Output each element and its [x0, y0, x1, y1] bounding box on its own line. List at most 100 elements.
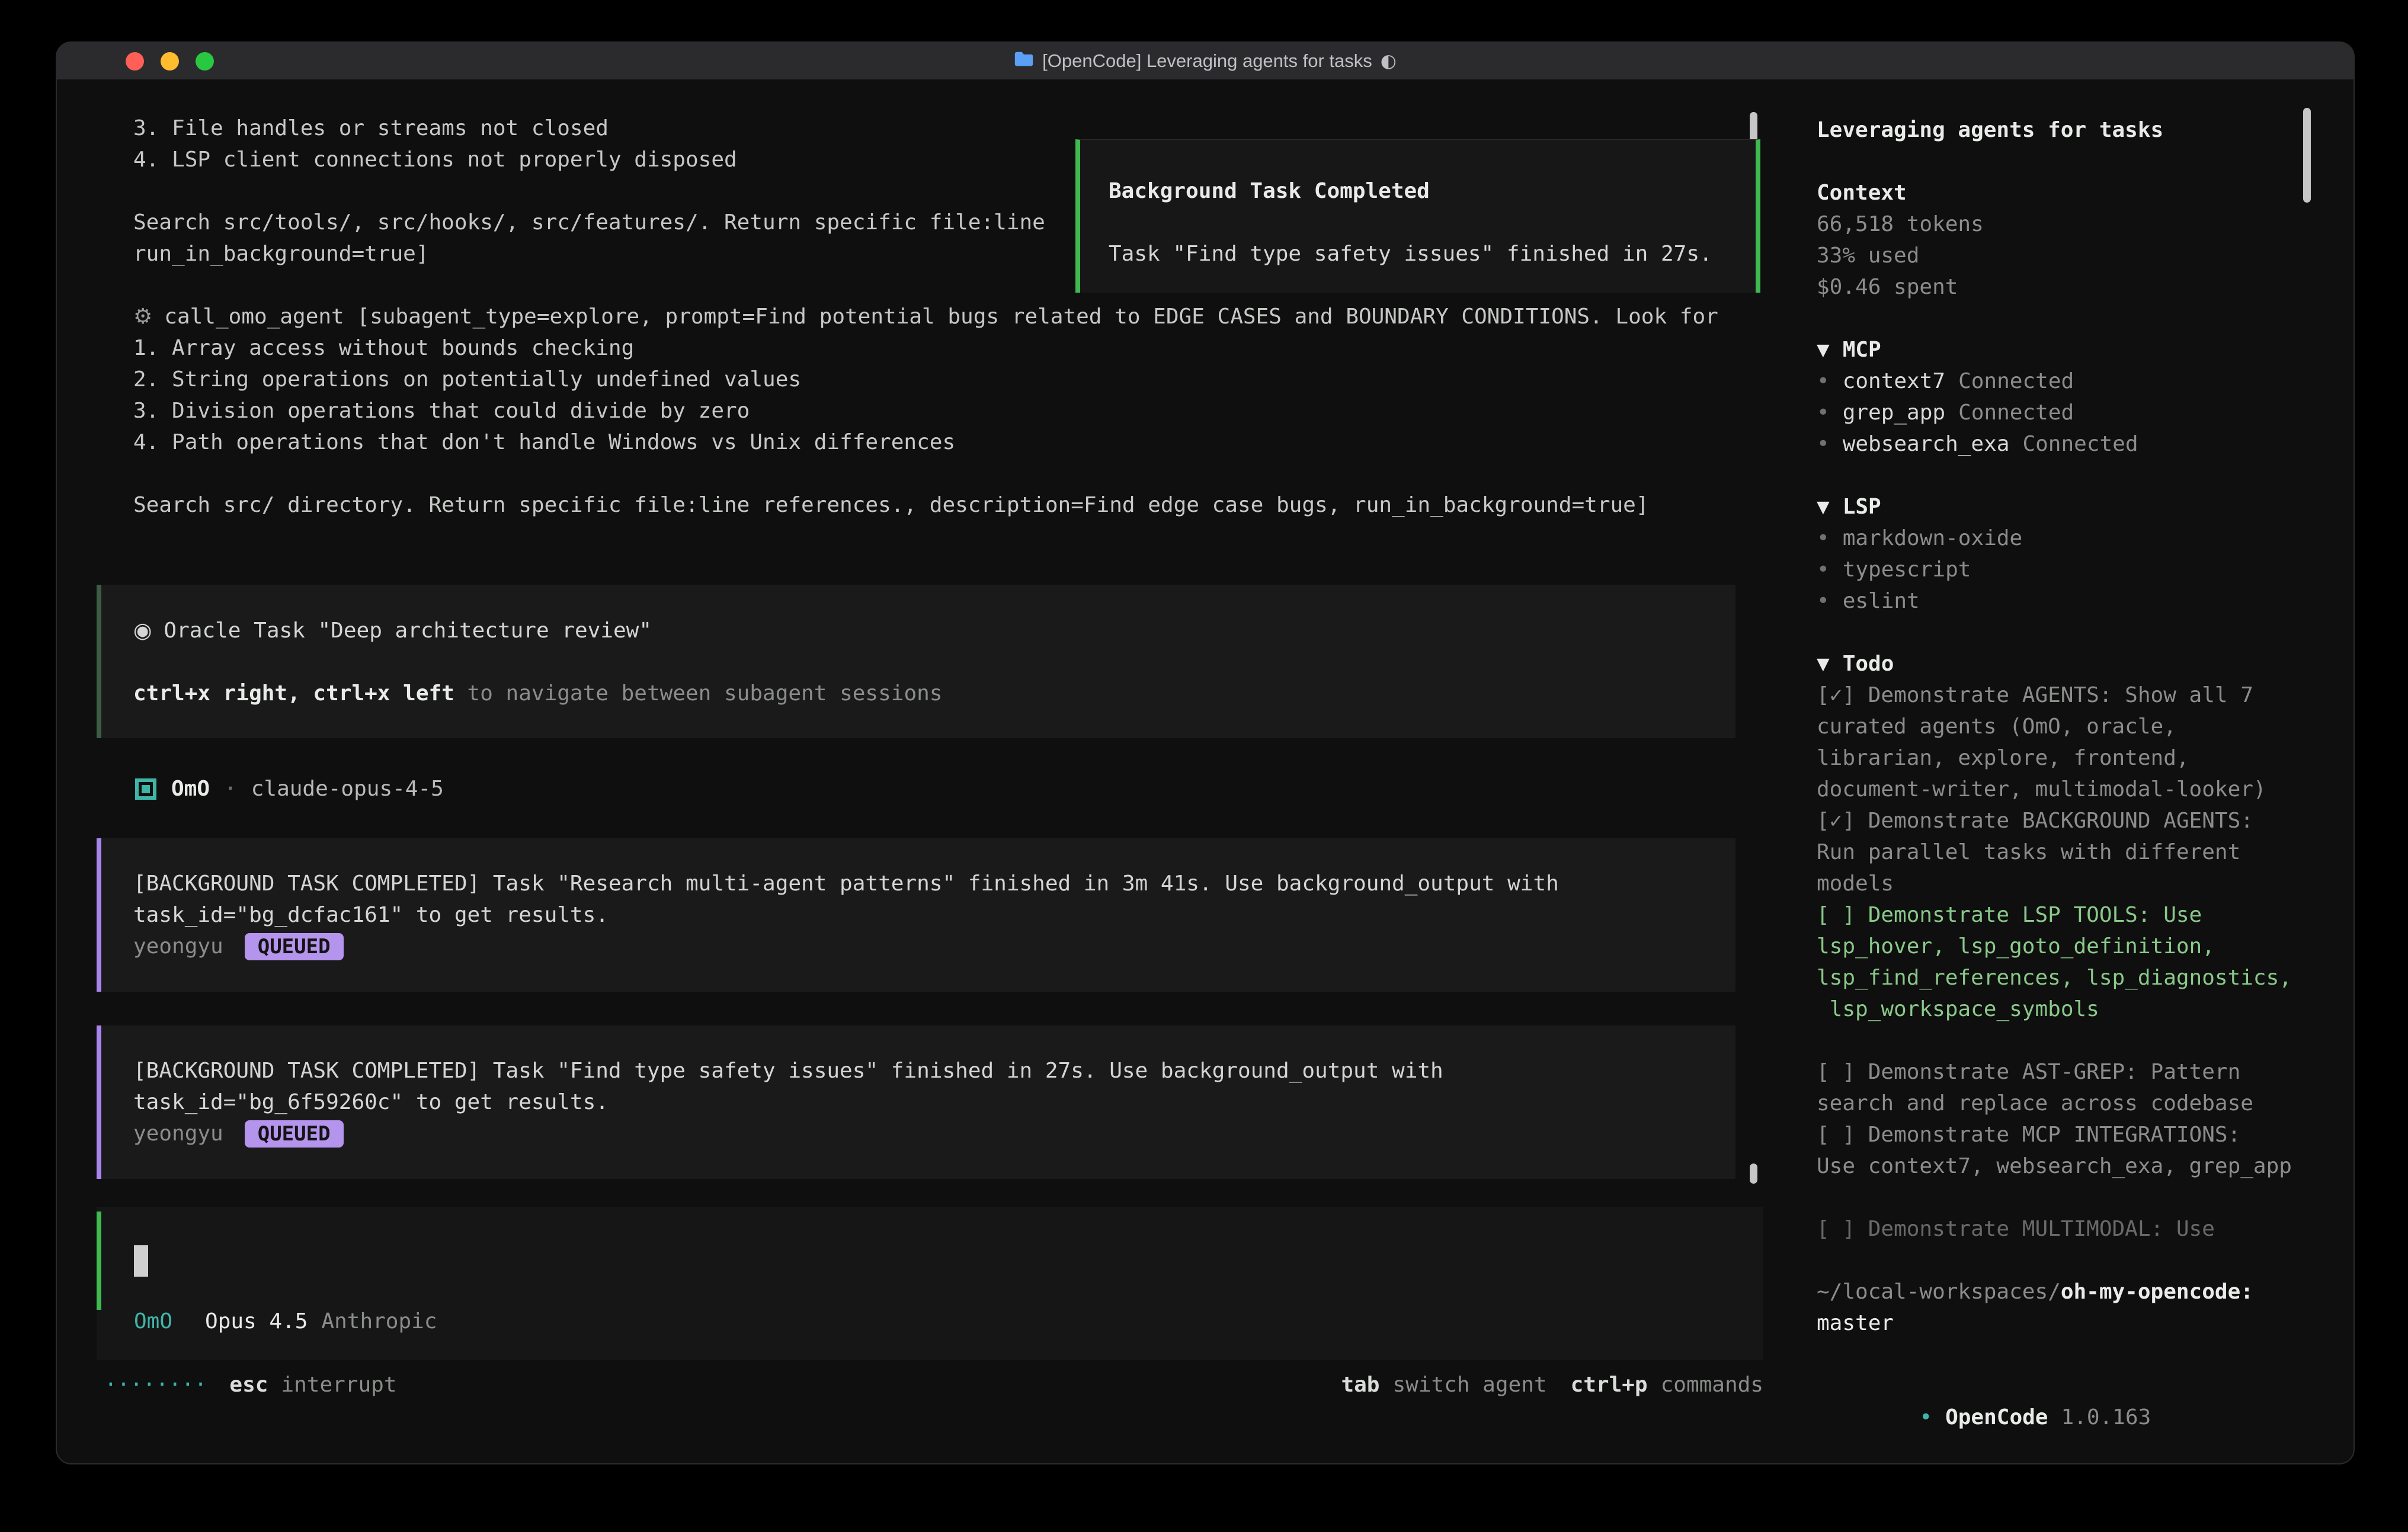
text-cursor	[134, 1245, 148, 1277]
task-user: yeongyu	[133, 931, 223, 962]
chevron-down-icon: ▼	[1817, 495, 1830, 519]
context-heading: Context	[1817, 177, 2297, 209]
task-message-line: [BACKGROUND TASK COMPLETED] Task "Resear…	[133, 868, 1712, 899]
bullet-icon: •	[1817, 557, 1830, 582]
hint-text: to navigate between subagent sessions	[454, 681, 943, 706]
bullet-icon: •	[1817, 369, 1830, 393]
mcp-section-header[interactable]: ▼MCP	[1817, 334, 2297, 366]
notification-title: Background Task Completed	[1109, 175, 1756, 207]
session-title: Leveraging agents for tasks	[1817, 114, 2297, 146]
sidebar: Leveraging agents for tasks Context 66,5…	[1791, 81, 2353, 1463]
ctrlp-key-hint: ctrl+p	[1571, 1369, 1648, 1400]
main-scrollbar-thumb-secondary[interactable]	[1750, 1164, 1757, 1184]
agent-name: OmO	[171, 773, 210, 805]
task-message-line: task_id="bg_6f59260c" to get results.	[133, 1086, 1712, 1118]
status-bar-left: ········ esc interrupt	[104, 1369, 397, 1400]
zoom-window-button[interactable]	[196, 52, 214, 70]
workspace-path: ~/local-workspaces/oh-my-opencode:	[1817, 1276, 2297, 1307]
tool-call-line: ⚙ call_omo_agent [subagent_type=explore, …	[133, 301, 1791, 332]
app-version: •OpenCode1.0.163	[1817, 1370, 2297, 1402]
mcp-item: •context7Connected	[1817, 366, 2297, 397]
active-agent-label: OmO	[134, 1306, 172, 1337]
oracle-navigation-hint: ctrl+x right, ctrl+x left to navigate be…	[133, 678, 1712, 709]
blank-line	[133, 646, 1712, 678]
log-line: 1. Array access without bounds checking	[133, 332, 1791, 364]
separator-dot: ·	[224, 773, 237, 805]
lsp-section: ▼LSP •markdown-oxide •typescript •eslint	[1817, 491, 2297, 617]
agent-model: claude-opus-4-5	[251, 773, 444, 805]
context-section: Context 66,518 tokens 33% used $0.46 spe…	[1817, 177, 2297, 303]
log-line: 4. Path operations that don't handle Win…	[133, 427, 1791, 458]
lsp-item: •eslint	[1817, 585, 2297, 617]
background-task-panel: [BACKGROUND TASK COMPLETED] Task "Resear…	[97, 838, 1735, 992]
todo-item: [ ] Demonstrate MULTIMODAL: Use	[1817, 1213, 2297, 1245]
conversation-pane: 3. File handles or streams not closed 4.…	[57, 81, 1791, 1463]
task-message-line: [BACKGROUND TASK COMPLETED] Task "Find t…	[133, 1055, 1712, 1086]
model-provider-label: Anthropic	[321, 1306, 437, 1337]
mcp-item: •websearch_exaConnected	[1817, 428, 2297, 460]
log-line: 3. Division operations that could divide…	[133, 395, 1791, 427]
spinner-dots-icon: ········	[104, 1369, 207, 1400]
model-row: OmO Opus 4.5 Anthropic	[134, 1306, 437, 1337]
workspace-info: ~/local-workspaces/oh-my-opencode: maste…	[1817, 1276, 2297, 1339]
esc-key-label: interrupt	[281, 1369, 396, 1400]
window-title: [OpenCode] Leveraging agents for tasks ◐	[1014, 50, 1397, 72]
todo-item: [ ] Demonstrate AST-GREP: Pattern search…	[1817, 1056, 2297, 1119]
close-window-button[interactable]	[126, 52, 144, 70]
tab-key-label: switch agent	[1392, 1369, 1546, 1400]
notification-toast: Background Task Completed Task "Find typ…	[1075, 139, 1760, 293]
task-message-line: task_id="bg_dcfac161" to get results.	[133, 899, 1712, 931]
oracle-task-panel: ◉Oracle Task "Deep architecture review" …	[97, 585, 1735, 738]
task-meta-row: yeongyu QUEUED	[133, 1118, 1712, 1149]
hint-keys: ctrl+x right, ctrl+x left	[133, 681, 454, 706]
terminal-window: [OpenCode] Leveraging agents for tasks ◐…	[57, 43, 2353, 1463]
todo-section-header[interactable]: ▼Todo	[1817, 648, 2297, 680]
sidebar-scrollbar-thumb[interactable]	[2303, 108, 2311, 203]
tool-call-block: ⚙ call_omo_agent [subagent_type=explore, …	[57, 301, 1791, 521]
window-titlebar: [OpenCode] Leveraging agents for tasks ◐	[57, 43, 2353, 80]
task-meta-row: yeongyu QUEUED	[133, 931, 1712, 962]
gear-icon: ⚙	[133, 305, 152, 329]
status-bar: ········ esc interrupt tab switch agent …	[104, 1369, 1763, 1400]
tab-key-hint: tab	[1341, 1369, 1379, 1400]
bullet-icon: •	[1817, 400, 1830, 425]
lsp-item: •markdown-oxide	[1817, 523, 2297, 554]
todo-item-active: [ ] Demonstrate LSP TOOLS: Use lsp_hover…	[1817, 899, 2297, 1025]
todo-item: [✓] Demonstrate AGENTS: Show all 7 curat…	[1817, 680, 2297, 805]
ctrlp-key-label: commands	[1661, 1369, 1763, 1400]
minimize-window-button[interactable]	[161, 52, 179, 70]
status-badge: QUEUED	[245, 933, 344, 960]
bullet-icon: •	[1817, 432, 1830, 456]
status-bar-right: tab switch agent ctrl+p commands	[1341, 1369, 1763, 1400]
log-line	[133, 458, 1791, 489]
mcp-item: •grep_appConnected	[1817, 397, 2297, 428]
lsp-item: •typescript	[1817, 554, 2297, 585]
status-badge: QUEUED	[245, 1120, 344, 1148]
esc-key-hint: esc	[229, 1369, 268, 1400]
lsp-section-header[interactable]: ▼LSP	[1817, 491, 2297, 523]
tool-call-text: call_omo_agent [subagent_type=explore, p…	[164, 305, 1718, 329]
active-model-label: Opus 4.5	[205, 1306, 308, 1337]
log-line: 2. String operations on potentially unde…	[133, 364, 1791, 395]
oracle-task-title: ◉Oracle Task "Deep architecture review"	[133, 615, 1712, 646]
mcp-section: ▼MCP •context7Connected •grep_appConnect…	[1817, 334, 2297, 460]
context-tokens: 66,518 tokens	[1817, 209, 2297, 240]
chevron-down-icon: ▼	[1817, 652, 1830, 676]
agent-icon	[135, 778, 156, 800]
context-used: 33% used	[1817, 240, 2297, 271]
task-user: yeongyu	[133, 1118, 223, 1149]
bullet-icon: •	[1817, 589, 1830, 613]
todo-item: [✓] Demonstrate BACKGROUND AGENTS: Run p…	[1817, 805, 2297, 899]
log-line: Search src/ directory. Return specific f…	[133, 489, 1791, 521]
fisheye-icon: ◉	[133, 618, 152, 643]
input-accent-bar	[97, 1212, 101, 1310]
bullet-icon: •	[1919, 1405, 1932, 1430]
window-title-text: [OpenCode] Leveraging agents for tasks	[1042, 50, 1372, 72]
workspace-branch: master	[1817, 1307, 2297, 1339]
traffic-lights	[126, 43, 214, 79]
context-spent: $0.46 spent	[1817, 271, 2297, 303]
session-state-icon: ◐	[1381, 50, 1397, 72]
todo-section: ▼Todo [✓] Demonstrate AGENTS: Show all 7…	[1817, 648, 2297, 1245]
todo-item: [ ] Demonstrate MCP INTEGRATIONS: Use co…	[1817, 1119, 2297, 1182]
prompt-input[interactable]: OmO Opus 4.5 Anthropic	[97, 1207, 1763, 1360]
